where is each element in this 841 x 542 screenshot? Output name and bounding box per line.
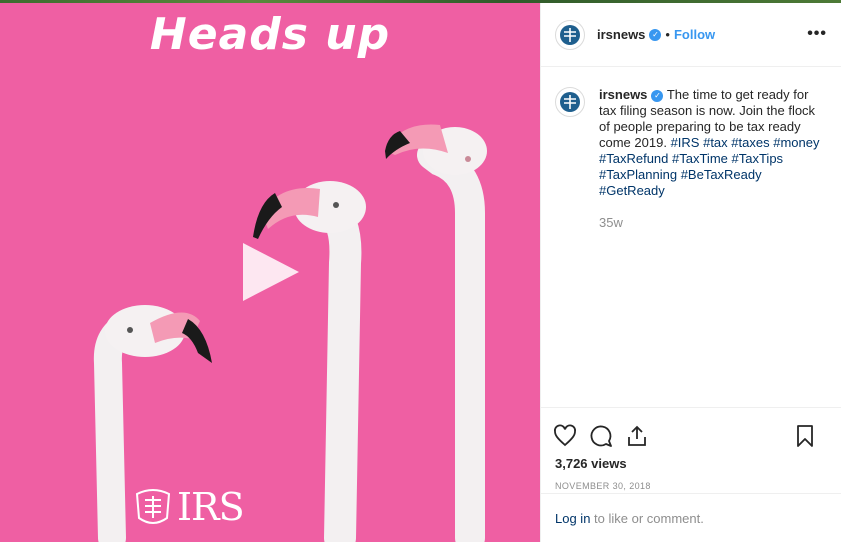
irs-logo: IRS (133, 485, 245, 529)
share-icon[interactable] (625, 424, 649, 448)
login-prompt: Log in to like or comment. (541, 493, 841, 542)
bookmark-icon[interactable] (793, 424, 817, 448)
header-username[interactable]: irsnews (597, 27, 645, 42)
post-age[interactable]: 35w (599, 215, 824, 231)
login-suffix: to like or comment. (590, 511, 704, 526)
hashtag-link[interactable]: #BeTaxReady (681, 167, 762, 182)
caption-username[interactable]: irsnews (599, 87, 647, 102)
post-sidebar: irsnews ✓ • Follow ••• irsnews ✓ The time… (540, 3, 841, 542)
views-count[interactable]: 3,726 views (553, 456, 829, 471)
verified-badge-icon: ✓ (651, 89, 664, 102)
heart-icon[interactable] (553, 424, 577, 448)
login-link[interactable]: Log in (555, 511, 590, 526)
hashtag-link[interactable]: #TaxTips (732, 151, 784, 166)
irs-eagle-icon (560, 24, 580, 45)
verified-badge-icon: ✓ (649, 28, 662, 41)
caption-body: irsnews ✓ The time to get ready for tax f… (599, 87, 824, 231)
irs-logo-text: IRS (177, 485, 245, 529)
irs-eagle-icon (560, 92, 580, 112)
hashtag-link[interactable]: #TaxRefund (599, 151, 668, 166)
post-date: NOVEMBER 30, 2018 (555, 481, 651, 491)
separator-dot: • (665, 27, 670, 42)
post-actions: 3,726 views NOVEMBER 30, 2018 (541, 407, 841, 491)
irs-eagle-icon (135, 489, 171, 524)
avatar[interactable] (555, 19, 585, 50)
hashtag-link[interactable]: #GetReady (599, 183, 665, 198)
hashtag-link[interactable]: #tax (703, 135, 728, 150)
more-options-icon[interactable]: ••• (807, 25, 827, 43)
post-header: irsnews ✓ • Follow ••• (541, 3, 841, 67)
caption-avatar[interactable] (555, 87, 585, 117)
hashtag-link[interactable]: #taxes (731, 135, 769, 150)
hashtag-link[interactable]: #TaxPlanning (599, 167, 677, 182)
hashtag-link[interactable]: #money (773, 135, 819, 150)
hashtag-link[interactable]: #IRS (671, 135, 700, 150)
post-media[interactable]: Heads up IRS (0, 3, 540, 542)
play-icon[interactable] (243, 243, 299, 301)
hashtag-link[interactable]: #TaxTime (672, 151, 728, 166)
comment-icon[interactable] (589, 424, 613, 448)
post-caption: irsnews ✓ The time to get ready for tax f… (541, 67, 841, 231)
follow-button[interactable]: Follow (674, 27, 715, 42)
